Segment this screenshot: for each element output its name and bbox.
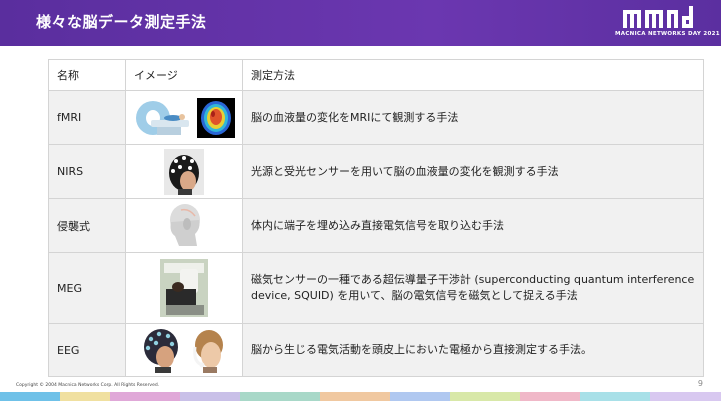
row-name: 侵襲式 [48, 198, 126, 253]
row-description: 磁気センサーの一種である超伝導量子干渉計 (superconducting qu… [242, 252, 704, 324]
row-image [125, 198, 243, 253]
head-model-icon [161, 201, 207, 250]
row-image [125, 323, 243, 377]
table-header-row: 名称 イメージ 測定方法 [48, 59, 704, 91]
table-row: 侵襲式 体内に端子を埋め込み直接電気信号を取り込む手法 [48, 198, 704, 253]
row-image [125, 252, 243, 324]
row-name: NIRS [48, 144, 126, 199]
brain-scan-icon [197, 97, 235, 138]
row-description: 脳から生じる電気活動を頭皮上においた電極から直接測定する手法。 [242, 323, 704, 377]
page-number: 9 [697, 379, 703, 388]
mri-scanner-icon [136, 100, 189, 135]
header-image: イメージ [125, 59, 243, 91]
table-row: fMRI 脳の血液量の変化をMRIにて観測する手法 [48, 90, 704, 145]
header-method: 測定方法 [242, 59, 704, 91]
row-description: 体内に端子を埋め込み直接電気信号を取り込む手法 [242, 198, 704, 253]
decorative-color-strip [0, 392, 721, 401]
table-row: MEG 磁気センサーの一種である超伝導量子干渉計 (superconductin… [48, 252, 704, 324]
copyright-text: Copyright © 2004 Macnica Networks Corp. … [16, 383, 160, 388]
logo-caption: MACNICA NETWORKS DAY 2021 [615, 31, 720, 37]
row-name: MEG [48, 252, 126, 324]
mnd-logo-icon [623, 6, 693, 28]
meg-device-icon [160, 259, 208, 317]
eeg-cap-icon [144, 329, 178, 373]
row-image [125, 90, 243, 145]
row-description: 脳の血液量の変化をMRIにて観測する手法 [242, 90, 704, 145]
table-row: NIRS 光源と受光センサーを用いて脳の血液量の変化を観測する手法 [48, 144, 704, 199]
nirs-headcap-icon [164, 148, 204, 195]
header-name: 名称 [48, 59, 126, 91]
eeg-headset-icon [193, 330, 223, 373]
table-row: EEG 脳から生じる電気活動を頭皮上においた電極から直接測定する手法。 [48, 323, 704, 377]
slide-title: 様々な脳データ測定手法 [36, 13, 207, 31]
slide-header: 様々な脳データ測定手法 MACNICA NETWORKS DAY 2021 [0, 0, 721, 46]
row-image [125, 144, 243, 199]
row-name: EEG [48, 323, 126, 377]
measurement-table: 名称 イメージ 測定方法 fMRI 脳の血液量の変化をMRIにて観測する手法 N… [48, 59, 704, 377]
mnd-logo: MACNICA NETWORKS DAY 2021 [615, 6, 720, 42]
row-description: 光源と受光センサーを用いて脳の血液量の変化を観測する手法 [242, 144, 704, 199]
row-name: fMRI [48, 90, 126, 145]
